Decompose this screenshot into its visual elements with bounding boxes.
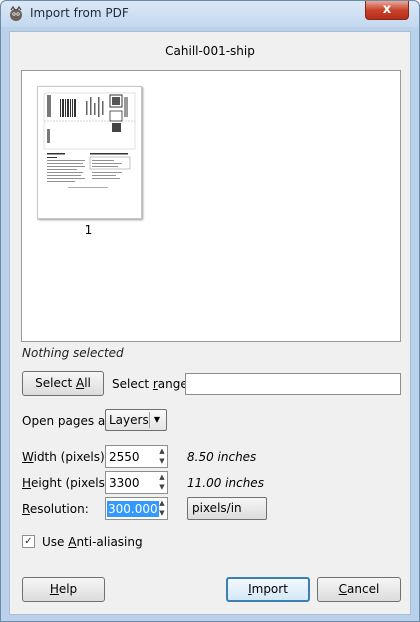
width-label: Width (pixels): <box>22 450 109 464</box>
width-unit-text: 8.50 inches <box>187 450 257 464</box>
dialog-content: Cahill-001-ship 1 Nothing selected Selec… <box>9 31 411 615</box>
width-value: 2550 <box>109 450 140 464</box>
import-button[interactable]: Import <box>226 577 310 602</box>
page-thumbnail[interactable] <box>37 86 142 219</box>
anti-aliasing-label[interactable]: Use Anti-aliasing <box>42 535 143 549</box>
resolution-spin-arrows[interactable]: ▲ ▼ <box>157 498 167 519</box>
title-bar[interactable]: Import from PDF x <box>1 1 419 27</box>
selection-status: Nothing selected <box>22 346 124 360</box>
page-preview-area[interactable]: 1 <box>21 70 401 342</box>
gimp-app-icon <box>10 6 22 21</box>
height-spin-arrows[interactable]: ▲ ▼ <box>157 472 167 493</box>
dropdown-arrow-icon: ▼ <box>149 412 164 428</box>
document-name: Cahill-001-ship <box>165 44 255 58</box>
resolution-label: Resolution: <box>22 502 89 516</box>
resolution-value: 300.000 <box>107 501 159 517</box>
height-spinbutton[interactable]: 3300 ▲ ▼ <box>105 471 168 494</box>
cancel-button[interactable]: Cancel <box>317 577 401 602</box>
close-button[interactable]: x <box>365 1 409 20</box>
resolution-spinbutton[interactable]: 300.000 ▲ ▼ <box>105 497 168 520</box>
import-from-pdf-dialog: Import from PDF x Cahill-001-ship 1 Noth… <box>0 0 420 622</box>
help-button[interactable]: Help <box>22 577 105 602</box>
close-icon: x <box>382 2 392 17</box>
resolution-unit-value: pixels/in <box>192 501 242 515</box>
open-pages-as-value: Layers <box>109 413 149 427</box>
window-title: Import from PDF <box>30 6 129 20</box>
select-range-label: Select range: <box>112 377 192 391</box>
height-value: 3300 <box>109 476 140 490</box>
open-pages-as-label: Open pages as <box>22 414 112 428</box>
page-number-label: 1 <box>84 223 93 237</box>
height-unit-text: 11.00 inches <box>187 476 264 490</box>
select-all-button[interactable]: Select All <box>22 371 104 396</box>
select-range-input[interactable] <box>185 373 401 395</box>
width-spin-arrows[interactable]: ▲ ▼ <box>157 446 167 467</box>
resolution-unit-select[interactable]: pixels/in <box>187 497 267 520</box>
page-thumbnail-image <box>42 91 137 214</box>
height-label: Height (pixels): <box>22 476 114 490</box>
width-spinbutton[interactable]: 2550 ▲ ▼ <box>105 445 168 468</box>
open-pages-as-select[interactable]: Layers ▼ <box>105 409 167 431</box>
anti-aliasing-checkbox[interactable]: ✓ <box>22 535 35 548</box>
